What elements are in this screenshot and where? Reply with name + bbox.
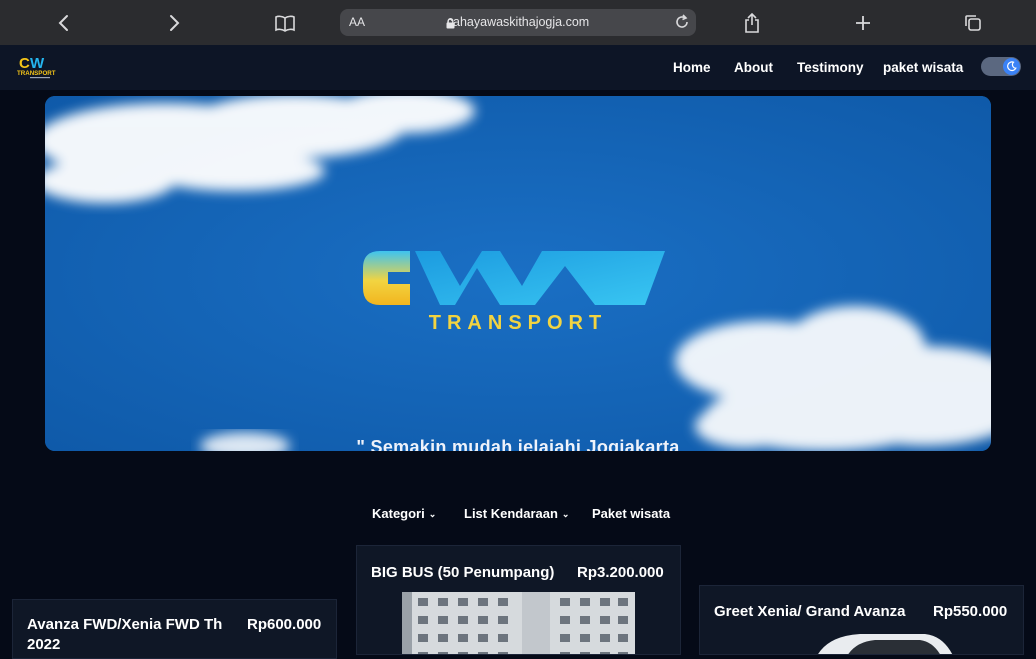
bookmarks-icon[interactable] (272, 10, 298, 36)
hero-background (45, 96, 991, 451)
share-icon[interactable] (739, 10, 765, 36)
vehicle-price: Rp3.200.000 (577, 564, 664, 581)
chevron-down-icon: ⌄ (561, 509, 570, 519)
paket-wisata-link[interactable]: Paket wisata (592, 506, 670, 521)
hero-caption: " Semakin mudah jelajahi Jogjakarta (356, 437, 680, 451)
vehicle-name: Greet Xenia/ Grand Avanza (714, 603, 906, 620)
back-icon[interactable] (51, 10, 77, 36)
vehicle-card[interactable]: Greet Xenia/ Grand Avanza Rp550.000 (699, 585, 1024, 655)
vehicle-card[interactable]: Avanza FWD/Xenia FWD Th 2022 Rp600.000 (12, 599, 337, 659)
vehicle-price: Rp550.000 (933, 603, 1008, 620)
vehicle-photo (402, 592, 635, 654)
nav-testimony[interactable]: Testimony (797, 60, 864, 75)
nav-about[interactable]: About (734, 60, 773, 75)
list-kendaraan-dropdown[interactable]: List Kendaraan ⌄ (464, 506, 569, 521)
browser-toolbar: AA cahayawaskithajogja.com (0, 0, 1036, 45)
kategori-dropdown[interactable]: Kategori ⌄ (372, 506, 436, 521)
moon-icon (1003, 58, 1020, 75)
vehicle-price: Rp600.000 (247, 616, 322, 633)
hero-logo-word: TRANSPORT (429, 312, 607, 334)
chevron-down-icon: ⌄ (428, 509, 437, 519)
address-bar[interactable]: AA cahayawaskithajogja.com (340, 9, 696, 36)
hero-banner: TRANSPORT " Semakin mudah jelajahi Jogja… (45, 96, 991, 451)
svg-text:TRANSPORT: TRANSPORT (429, 312, 607, 334)
url-domain: cahayawaskithajogja.com (446, 15, 590, 29)
dark-mode-toggle[interactable] (981, 57, 1021, 76)
reload-icon[interactable] (673, 13, 691, 36)
kategori-label: Kategori (372, 506, 425, 521)
vehicle-name: Avanza FWD/Xenia FWD Th 2022 (27, 616, 223, 653)
vehicle-photo (805, 630, 965, 654)
vehicle-card[interactable]: BIG BUS (50 Penumpang) Rp3.200.000 (356, 545, 681, 655)
list-kendaraan-label: List Kendaraan (464, 506, 558, 521)
vehicle-name: BIG BUS (50 Penumpang) (371, 564, 555, 581)
nav-home[interactable]: Home (673, 60, 711, 75)
site-header (0, 45, 1036, 90)
forward-icon[interactable] (161, 10, 187, 36)
svg-text:TRANSPORT: TRANSPORT (17, 70, 56, 77)
new-tab-icon[interactable] (850, 10, 876, 36)
nav-paket-wisata[interactable]: paket wisata (883, 60, 963, 75)
tabs-overview-icon[interactable] (960, 10, 986, 36)
site-logo[interactable]: C W TRANSPORT (16, 53, 64, 80)
